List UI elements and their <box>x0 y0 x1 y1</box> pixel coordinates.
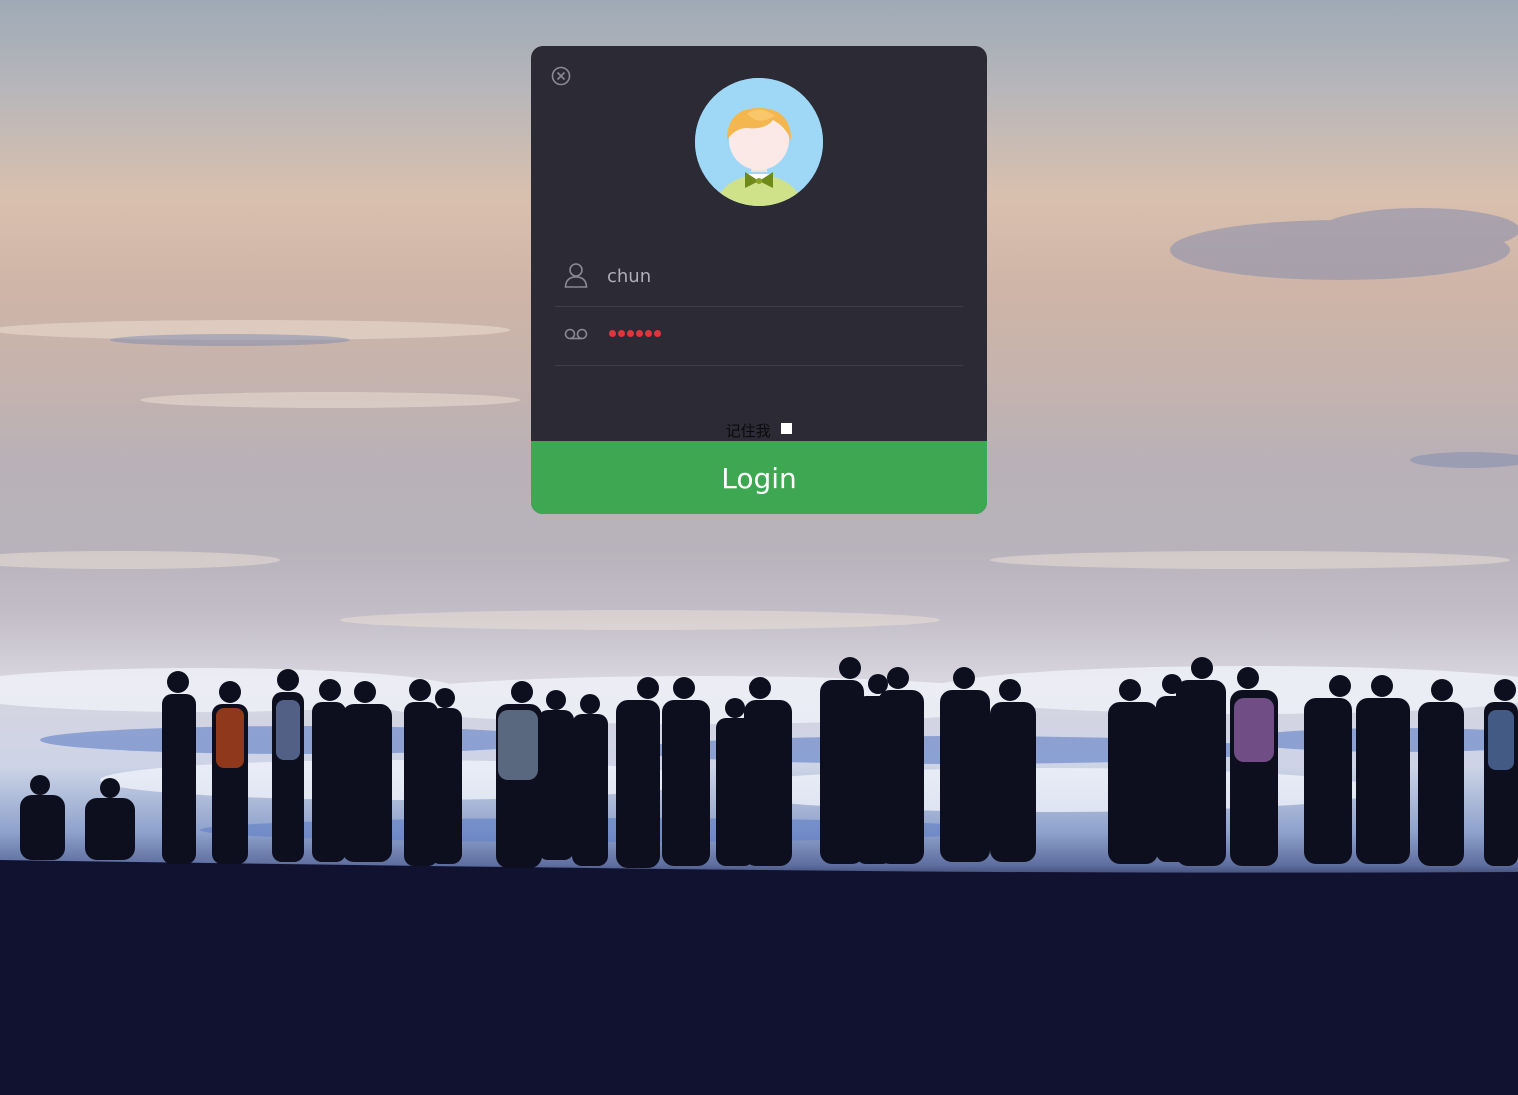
voicemail-key-icon <box>563 321 589 347</box>
username-input[interactable] <box>607 258 947 294</box>
password-mask-dot <box>609 330 616 337</box>
remember-me-checkbox[interactable] <box>781 423 793 434</box>
close-icon[interactable] <box>551 66 571 86</box>
remember-me-label: 记住我 <box>725 422 771 440</box>
password-field[interactable] <box>609 330 661 337</box>
password-mask-dot <box>636 330 643 337</box>
avatar-illustration <box>695 78 823 206</box>
password-mask-dot <box>627 330 634 337</box>
user-icon <box>563 262 589 288</box>
login-button[interactable]: Login <box>531 441 987 514</box>
password-mask-dot <box>654 330 661 337</box>
remember-me: 记住我 <box>531 420 987 441</box>
avatar <box>695 78 823 206</box>
login-dialog: 记住我 Login <box>531 46 987 514</box>
password-mask-dot <box>618 330 625 337</box>
password-mask-dot <box>645 330 652 337</box>
username-row <box>555 250 963 307</box>
password-row <box>555 309 963 366</box>
